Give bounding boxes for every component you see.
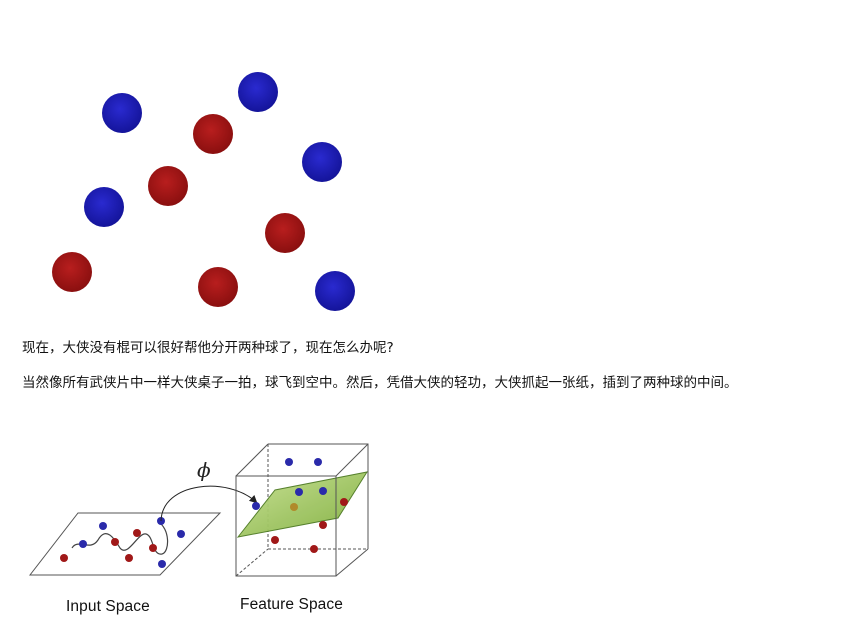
red-point bbox=[319, 521, 327, 529]
red-point bbox=[340, 498, 348, 506]
blue-ball bbox=[84, 187, 124, 227]
paragraph-question: 现在，大侠没有棍可以很好帮他分开两种球了，现在怎么办呢? bbox=[22, 340, 394, 356]
red-ball bbox=[198, 267, 238, 307]
blue-ball bbox=[238, 72, 278, 112]
blue-ball bbox=[315, 271, 355, 311]
red-point bbox=[60, 554, 68, 562]
red-ball bbox=[148, 166, 188, 206]
blue-point bbox=[252, 502, 260, 510]
red-point bbox=[111, 538, 119, 546]
red-ball bbox=[193, 114, 233, 154]
blue-point bbox=[79, 540, 87, 548]
feature-space bbox=[235, 443, 369, 577]
input-space bbox=[28, 512, 222, 576]
paragraph-answer: 当然像所有武侠片中一样大侠桌子一拍，球飞到空中。然后，凭借大侠的轻功，大侠抓起一… bbox=[22, 375, 738, 391]
input-space-label: Input Space bbox=[66, 598, 150, 615]
balls-figure bbox=[52, 72, 355, 311]
red-point bbox=[310, 545, 318, 553]
red-point bbox=[125, 554, 133, 562]
blue-point bbox=[314, 458, 322, 466]
blue-ball bbox=[102, 93, 142, 133]
blue-point bbox=[177, 530, 185, 538]
blue-point bbox=[285, 458, 293, 466]
red-point bbox=[133, 529, 141, 537]
blue-ball bbox=[302, 142, 342, 182]
blue-point bbox=[319, 487, 327, 495]
blue-point bbox=[158, 560, 166, 568]
red-ball bbox=[265, 213, 305, 253]
phi-symbol: ϕ bbox=[197, 458, 211, 482]
kernel-mapping-diagram: ϕ Input Space Feature Space bbox=[28, 443, 369, 615]
red-ball bbox=[52, 252, 92, 292]
red-point bbox=[290, 503, 298, 511]
feature-space-label: Feature Space bbox=[240, 596, 343, 613]
red-point bbox=[271, 536, 279, 544]
blue-point bbox=[295, 488, 303, 496]
blue-point bbox=[99, 522, 107, 530]
red-point bbox=[149, 544, 157, 552]
